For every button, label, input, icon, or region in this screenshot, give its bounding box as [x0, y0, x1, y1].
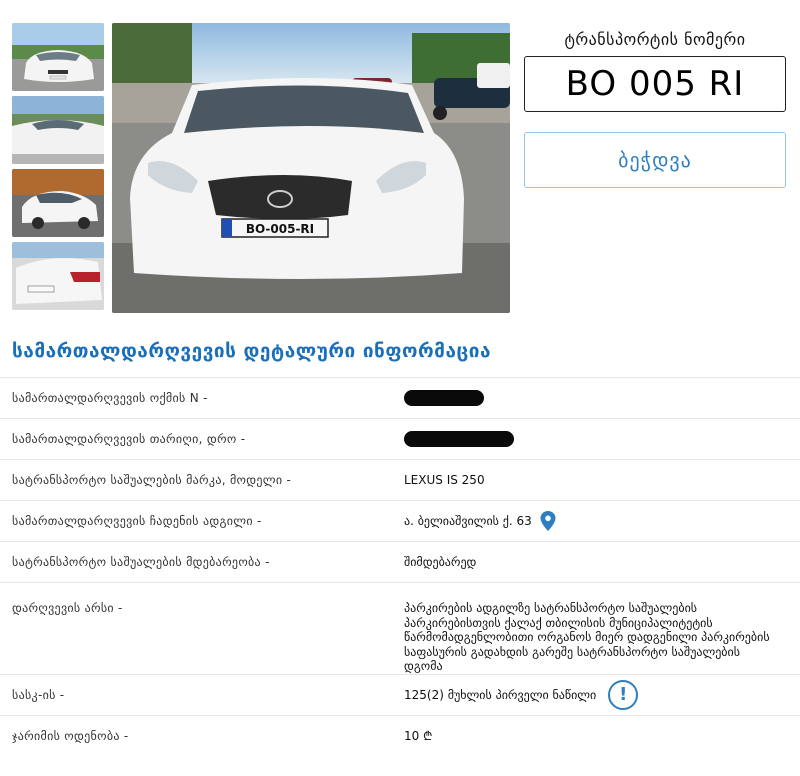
redacted-value [404, 431, 514, 447]
detail-row-vehicle-position: სატრანსპორტო საშუალების მდებარეობა - შიმ… [0, 541, 800, 582]
detail-value: LEXUS IS 250 [404, 473, 485, 487]
details-table: სამართალდარღვევის ოქმის N - სამართალდარღ… [0, 377, 800, 756]
redacted-value [404, 390, 484, 406]
map-pin-icon[interactable] [540, 511, 556, 531]
detail-value: 10 ₾ [404, 729, 433, 743]
detail-label: სამართალდარღვევის თარიღი, დრო - [12, 432, 246, 446]
plate-number: BO 005 RI [524, 56, 786, 112]
detail-row-make-model: სატრანსპორტო საშუალების მარკა, მოდელი - … [0, 459, 800, 500]
detail-value: ა. ბელიაშვილის ქ. 63 [394, 511, 800, 531]
thumbnail-side[interactable] [12, 169, 104, 237]
detail-row-date-time: სამართალდარღვევის თარიღი, დრო - [0, 418, 800, 459]
detail-row-protocol-number: სამართალდარღვევის ოქმის N - [0, 377, 800, 418]
detail-row-violation-essence: დარღვევის არსი - პარკირების ადგილზე სატრ… [0, 582, 800, 674]
print-button[interactable]: ბეჭდვა [524, 132, 786, 188]
detail-value [394, 390, 800, 406]
detail-label: სამართალდარღვევის ჩადენის ადგილი - [12, 514, 262, 528]
detail-row-code-article: სასკ-ის - 125(2) მუხლის პირველი ნაწილი ! [0, 673, 800, 715]
plate-title: ტრანსპორტის ნომერი [564, 30, 746, 49]
thumbnail-hood[interactable] [12, 96, 104, 164]
main-car-photo[interactable]: BO-005-RI [112, 23, 510, 313]
section-title: სამართალდარღვევის დეტალური ინფორმაცია [12, 340, 492, 362]
article-text: 125(2) მუხლის პირველი ნაწილი [404, 687, 597, 702]
detail-label: სატრანსპორტო საშუალების მდებარეობა - [12, 555, 270, 569]
detail-label: ჯარიმის ოდენობა - [12, 728, 129, 743]
plate-panel: ტრანსპორტის ნომერი BO 005 RI ბეჭდვა [524, 28, 786, 188]
detail-value: პარკირების ადგილზე სატრანსპორტო საშუალებ… [404, 601, 770, 673]
location-text: ა. ბელიაშვილის ქ. 63 [404, 514, 532, 528]
thumbnail-strip [12, 23, 104, 315]
detail-label: სატრანსპორტო საშუალების მარკა, მოდელი - [12, 473, 292, 487]
detail-value [394, 431, 800, 447]
thumbnail-rear[interactable] [12, 242, 104, 310]
detail-value: 125(2) მუხლის პირველი ნაწილი ! [394, 679, 800, 710]
detail-value: შიმდებარედ [404, 555, 477, 569]
detail-label: დარღვევის არსი - [12, 601, 123, 615]
detail-label: სასკ-ის - [12, 687, 65, 702]
detail-label: სამართალდარღვევის ოქმის N - [12, 391, 208, 405]
detail-row-fine-amount: ჯარიმის ოდენობა - 10 ₾ [0, 714, 800, 756]
info-icon[interactable]: ! [608, 679, 639, 710]
main-photo-plate-text: BO-005-RI [246, 222, 314, 236]
thumbnail-front[interactable] [12, 23, 104, 91]
detail-row-location: სამართალდარღვევის ჩადენის ადგილი - ა. ბე… [0, 500, 800, 541]
